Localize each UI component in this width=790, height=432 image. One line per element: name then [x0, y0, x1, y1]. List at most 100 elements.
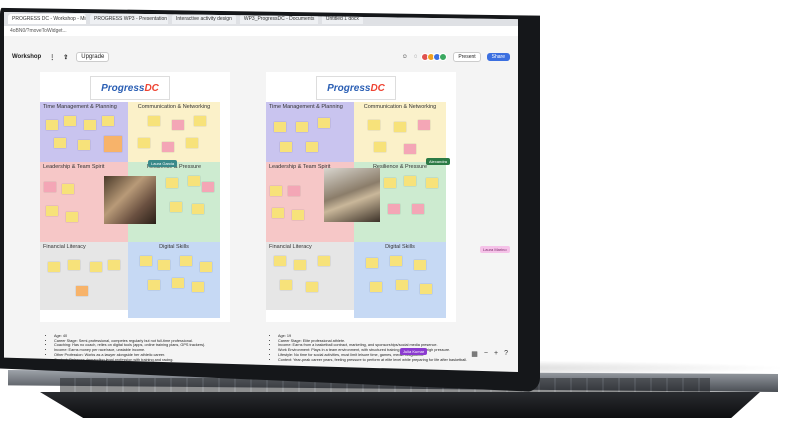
zoom-out-icon[interactable]: −	[484, 350, 488, 358]
progressdc-logo: Progress DC	[90, 76, 170, 100]
sticky-note[interactable]	[192, 204, 204, 214]
sticky-note[interactable]	[170, 202, 182, 212]
cursor-tag: Laura Marino	[480, 246, 510, 253]
laptop-mockup: PROGRESS DC - Workshop - Miro PROGRESS W…	[0, 0, 790, 432]
address-bar[interactable]: 4oBN0/?moveToWidget...	[4, 26, 518, 36]
laptop-base-bottom	[40, 392, 760, 418]
persona-description-1: Age: 40 Career Stage: Semi-professional,…	[48, 334, 268, 362]
help-icon[interactable]: ?	[504, 350, 508, 358]
browser-tab[interactable]: WP3_ProgressDC - Documents	[239, 14, 318, 24]
sticky-note[interactable]	[280, 280, 292, 290]
board-name[interactable]: Workshop	[12, 54, 41, 60]
share-button[interactable]: Share	[486, 53, 510, 61]
sticky-note[interactable]	[78, 140, 90, 150]
sticky-note[interactable]	[390, 256, 402, 266]
sticky-note[interactable]	[104, 136, 122, 152]
sticky-note[interactable]	[138, 138, 150, 148]
sticky-note[interactable]	[90, 262, 102, 272]
sticky-note[interactable]	[44, 182, 56, 192]
sticky-note[interactable]	[288, 186, 300, 196]
athlete-photo[interactable]	[324, 168, 380, 222]
sticky-note[interactable]	[412, 204, 424, 214]
browser-tab-strip: PROGRESS DC - Workshop - Miro PROGRESS W…	[4, 12, 518, 26]
sticky-note[interactable]	[102, 116, 114, 126]
persona-board-1[interactable]: Progress DC Time Management & Planning Co…	[40, 72, 230, 322]
upload-icon[interactable]: ⇪	[63, 54, 68, 61]
sticky-note[interactable]	[274, 122, 286, 132]
persona-board-2[interactable]: Progress DC Time Management & Planning Co…	[266, 72, 456, 322]
sticky-note[interactable]	[46, 120, 58, 130]
sticky-note[interactable]	[172, 278, 184, 288]
sticky-note[interactable]	[368, 120, 380, 130]
sticky-note[interactable]	[272, 208, 284, 218]
section-financial-literacy: Financial Literacy	[40, 242, 128, 310]
sticky-note[interactable]	[200, 262, 212, 272]
browser-tab[interactable]: Interactive activity design	[172, 14, 236, 24]
sticky-note[interactable]	[76, 286, 88, 296]
sticky-note[interactable]	[172, 120, 184, 130]
sticky-note[interactable]	[140, 256, 152, 266]
sticky-note[interactable]	[318, 118, 330, 128]
cursor-tag: Alexandra	[426, 158, 451, 165]
sticky-note[interactable]	[388, 204, 400, 214]
browser-tab[interactable]: PROGRESS DC - Workshop - Miro	[8, 14, 86, 24]
sticky-note[interactable]	[426, 178, 438, 188]
sticky-note[interactable]	[384, 178, 396, 188]
sticky-note[interactable]	[48, 262, 60, 272]
sticky-note[interactable]	[46, 206, 58, 216]
more-icon[interactable]: ⋮	[49, 54, 55, 61]
browser-tab[interactable]: PROGRESS WP3 - Presentation	[90, 14, 168, 24]
sticky-note[interactable]	[66, 212, 78, 222]
sticky-note[interactable]	[294, 260, 306, 270]
sticky-note[interactable]	[202, 182, 214, 192]
sticky-note[interactable]	[162, 142, 174, 152]
section-digital-skills: Digital Skills	[128, 242, 220, 318]
zoom-in-icon[interactable]: +	[494, 350, 498, 358]
sticky-note[interactable]	[62, 184, 74, 194]
sticky-note[interactable]	[404, 144, 416, 154]
sticky-note[interactable]	[180, 256, 192, 266]
zoom-controls: ▦ − + ?	[471, 350, 508, 358]
sticky-note[interactable]	[366, 258, 378, 268]
sticky-note[interactable]	[148, 116, 160, 126]
upgrade-button[interactable]: Upgrade	[76, 52, 110, 62]
sticky-note[interactable]	[186, 138, 198, 148]
sticky-note[interactable]	[188, 176, 200, 186]
sticky-note[interactable]	[274, 256, 286, 266]
present-button[interactable]: Present	[453, 52, 481, 62]
sticky-note[interactable]	[306, 142, 318, 152]
sticky-note[interactable]	[370, 282, 382, 292]
athlete-photo[interactable]	[104, 176, 156, 224]
sticky-note[interactable]	[418, 120, 430, 130]
sticky-note[interactable]	[306, 282, 318, 292]
section-time-management: Time Management & Planning	[40, 102, 128, 162]
sticky-note[interactable]	[108, 260, 120, 270]
sticky-note[interactable]	[166, 178, 178, 188]
sticky-note[interactable]	[270, 186, 282, 196]
sticky-note[interactable]	[394, 122, 406, 132]
sticky-note[interactable]	[296, 122, 308, 132]
sticky-note[interactable]	[318, 256, 330, 266]
section-financial-literacy: Financial Literacy	[266, 242, 354, 310]
sticky-note[interactable]	[414, 260, 426, 270]
sticky-note[interactable]	[194, 116, 206, 126]
collaborator-avatars[interactable]	[421, 53, 448, 61]
sticky-note[interactable]	[54, 138, 66, 148]
sticky-note[interactable]	[292, 210, 304, 220]
sticky-note[interactable]	[192, 282, 204, 292]
sticky-note[interactable]	[280, 142, 292, 152]
comments-icon[interactable]: ◌	[414, 54, 418, 60]
sticky-note[interactable]	[404, 176, 416, 186]
sticky-note[interactable]	[374, 142, 386, 152]
browser-tab[interactable]: Untitled 1 docx	[321, 14, 363, 24]
sticky-note[interactable]	[84, 120, 96, 130]
sticky-note[interactable]	[68, 260, 80, 270]
sticky-note[interactable]	[420, 284, 432, 294]
sticky-note[interactable]	[64, 116, 76, 126]
grid-icon[interactable]: ▦	[471, 350, 478, 358]
sticky-note[interactable]	[396, 280, 408, 290]
section-communication: Communication & Networking	[128, 102, 220, 162]
reactions-icon[interactable]: ☺	[402, 54, 408, 60]
sticky-note[interactable]	[158, 260, 170, 270]
sticky-note[interactable]	[148, 280, 160, 290]
